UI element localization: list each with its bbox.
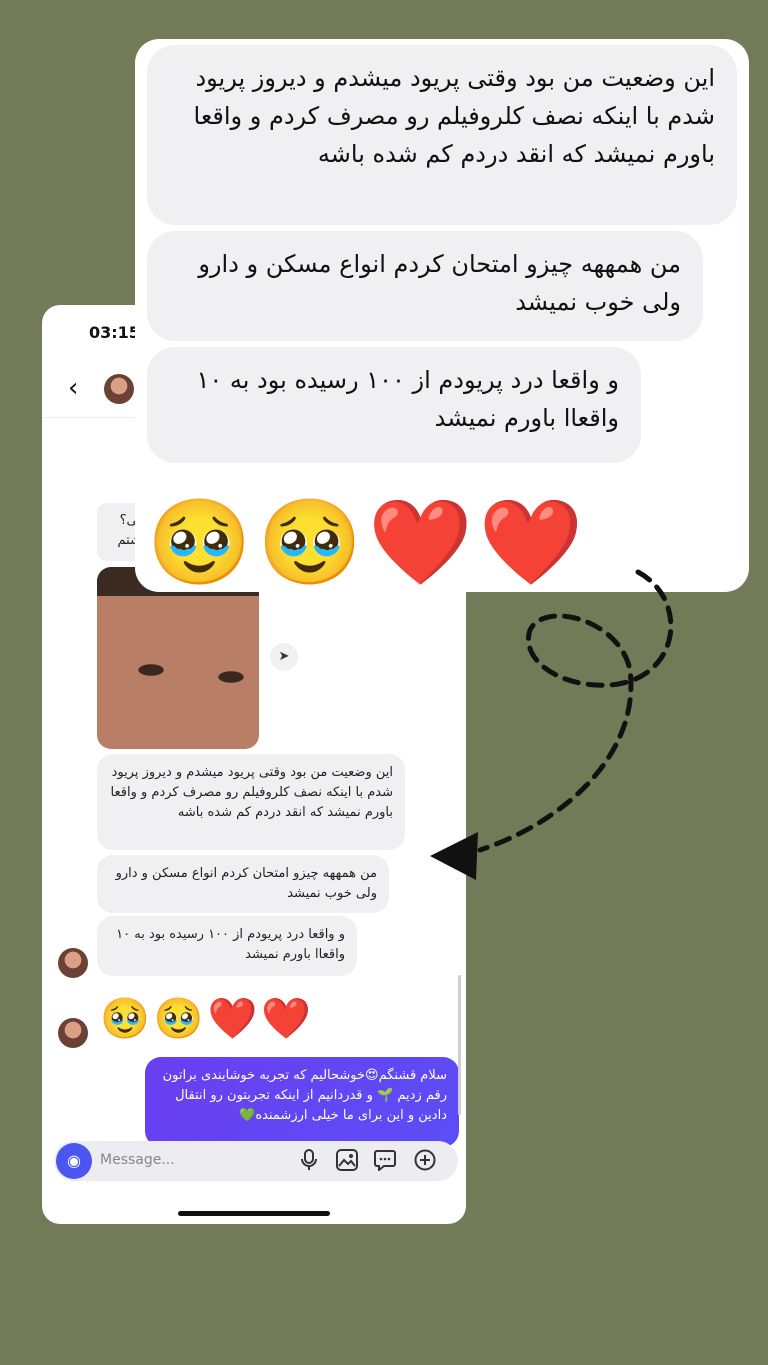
zoomed-messages-card: این وضعیت من بود وقتی پریود میشدم و دیرو… — [135, 39, 749, 592]
zoom-message-bubble-2: من همههه چیزو امتحان کردم انواع مسکن و د… — [147, 231, 703, 341]
zoom-message-text-3: و واقعا درد پریودم از ۱۰۰ رسیده بود به ۱… — [196, 366, 619, 432]
message-text-3: و واقعا درد پریودم از ۱۰۰ رسیده بود به ۱… — [116, 927, 345, 962]
message-bubble-1: این وضعیت من بود وقتی پریود میشدم و دیرو… — [97, 754, 405, 850]
emoji-message: 🥹🥹❤️❤️ — [100, 996, 316, 1042]
outgoing-message-text: سلام قشنگم😍خوشحالیم که تجربه خوشایندی بر… — [162, 1068, 447, 1123]
plus-circle-icon[interactable] — [414, 1149, 436, 1178]
message-bubble-2: من همههه چیزو امتحان کردم انواع مسکن و د… — [97, 855, 389, 913]
zoom-message-text-2: من همههه چیزو امتحان کردم انواع مسکن و د… — [198, 250, 681, 316]
zoom-message-bubble-3: و واقعا درد پریودم از ۱۰۰ رسیده بود به ۱… — [147, 347, 641, 463]
send-icon[interactable]: ➤ — [270, 643, 298, 671]
zoom-message-text-1: این وضعیت من بود وقتی پریود میشدم و دیرو… — [193, 64, 716, 168]
home-indicator — [178, 1211, 330, 1216]
message-composer: ◉ — [54, 1141, 458, 1181]
status-time: 03:15 — [89, 323, 140, 342]
mic-icon[interactable] — [300, 1149, 318, 1178]
contact-avatar[interactable] — [104, 374, 134, 404]
scrollbar[interactable] — [458, 975, 461, 1115]
camera-icon[interactable]: ◉ — [56, 1143, 92, 1179]
image-icon[interactable] — [336, 1149, 358, 1178]
message-text-2: من همههه چیزو امتحان کردم انواع مسکن و د… — [115, 866, 377, 901]
outgoing-message-bubble: سلام قشنگم😍خوشحالیم که تجربه خوشایندی بر… — [145, 1057, 459, 1147]
shared-photo[interactable] — [97, 567, 259, 749]
dashed-arrow-icon — [430, 569, 674, 880]
sender-avatar[interactable] — [58, 1018, 88, 1048]
message-text-1: این وضعیت من بود وقتی پریود میشدم و دیرو… — [110, 765, 393, 820]
message-bubble-3: و واقعا درد پریودم از ۱۰۰ رسیده بود به ۱… — [97, 916, 357, 976]
sender-avatar[interactable] — [58, 948, 88, 978]
chat-bubble-icon[interactable] — [374, 1149, 396, 1178]
zoom-message-bubble-1: این وضعیت من بود وقتی پریود میشدم و دیرو… — [147, 45, 737, 225]
back-chevron-icon[interactable]: ‹ — [68, 375, 78, 401]
message-input[interactable] — [98, 1151, 252, 1169]
